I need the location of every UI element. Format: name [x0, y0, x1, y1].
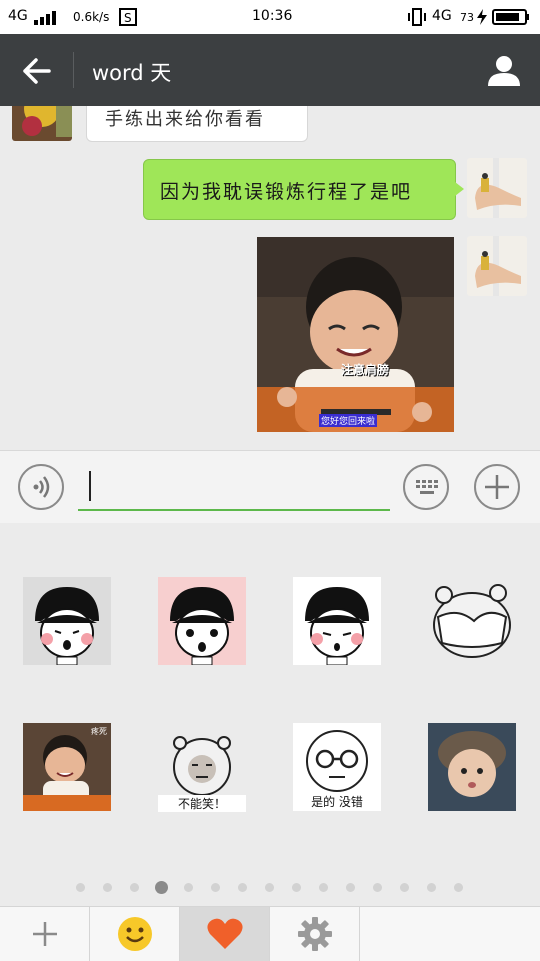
contact-info-button[interactable] — [486, 52, 522, 88]
sticker-item[interactable]: 疼死 — [23, 723, 111, 811]
network-type-left: 4G — [8, 8, 28, 24]
page-dot[interactable] — [373, 883, 382, 892]
page-dot[interactable] — [319, 883, 328, 892]
plus-icon — [32, 922, 57, 946]
header-divider — [73, 52, 74, 88]
battery-icon — [492, 9, 530, 29]
page-dot[interactable] — [103, 883, 112, 892]
plus-icon — [485, 475, 509, 499]
page-dot[interactable] — [211, 883, 220, 892]
composer-bar — [0, 450, 540, 524]
tab-add-stickers[interactable] — [0, 907, 90, 961]
sticker-item[interactable] — [158, 577, 246, 666]
sticker-panel: 疼死 不能笑！ 是的 没错 — [0, 523, 540, 906]
back-button[interactable] — [20, 54, 54, 88]
arrow-left-icon — [23, 58, 51, 84]
battery-percent: 73 — [460, 11, 474, 24]
tab-settings[interactable] — [270, 907, 360, 961]
page-dot[interactable] — [76, 883, 85, 892]
sticker-item[interactable] — [293, 577, 381, 666]
page-dot-active[interactable] — [155, 881, 168, 894]
text-caret — [89, 471, 91, 501]
person-icon — [488, 56, 520, 86]
my-avatar[interactable] — [467, 236, 527, 296]
sticker-page-indicator — [0, 879, 540, 895]
page-dot[interactable] — [292, 883, 301, 892]
sent-image[interactable]: 注意肩膀 您好您回来啦 — [257, 237, 454, 432]
status-bar: 4G 0.6k/s S 10:36 4G 73 — [0, 0, 540, 34]
page-dot[interactable] — [427, 883, 436, 892]
message-bubble-received[interactable]: 手练出来给你看看 — [86, 106, 308, 142]
signal-icon — [34, 9, 62, 29]
sticker-item[interactable]: 不能笑！ — [158, 723, 246, 812]
sticker-caption: 是的 没错 — [311, 795, 363, 809]
page-dot[interactable] — [346, 883, 355, 892]
screenshot-icon: S — [118, 7, 138, 31]
sticker-tab-bar — [0, 906, 540, 961]
message-list[interactable]: 手练出来给你看看 因为我耽误锻炼行程了是吧 注意肩膀 您好您回来啦 — [0, 106, 540, 450]
page-dot[interactable] — [400, 883, 409, 892]
heart-icon — [206, 918, 243, 949]
contact-avatar[interactable] — [12, 106, 72, 141]
page-dot[interactable] — [238, 883, 247, 892]
network-speed: 0.6k/s — [73, 10, 110, 24]
sticker-caption: 疼死 — [91, 727, 107, 736]
sticker-item[interactable] — [428, 577, 516, 665]
voice-toggle-button[interactable] — [18, 464, 64, 510]
keyboard-toggle-button[interactable] — [403, 464, 449, 510]
page-dot[interactable] — [454, 883, 463, 892]
message-text: 手练出来给你看看 — [105, 109, 265, 130]
more-actions-button[interactable] — [474, 464, 520, 510]
my-avatar[interactable] — [467, 158, 527, 218]
message-input[interactable] — [78, 465, 390, 511]
chat-title: word 天 — [92, 61, 172, 85]
sticker-item[interactable] — [428, 723, 516, 811]
message-bubble-sent[interactable]: 因为我耽误锻炼行程了是吧 — [143, 159, 464, 220]
sticker-item[interactable]: 是的 没错 — [293, 723, 381, 811]
sticker-caption: 不能笑！ — [158, 795, 246, 812]
vibrate-icon — [408, 8, 426, 30]
network-type-right: 4G — [432, 8, 452, 24]
gear-icon — [297, 917, 332, 951]
page-dot[interactable] — [184, 883, 193, 892]
clock: 10:36 — [252, 8, 293, 24]
page-dot[interactable] — [130, 883, 139, 892]
svg-text:S: S — [124, 11, 132, 25]
charging-icon — [476, 9, 488, 29]
keyboard-icon — [416, 480, 438, 494]
voice-icon — [33, 476, 50, 498]
sticker-item[interactable] — [23, 577, 111, 666]
image-subtitle: 您好您回来啦 — [319, 414, 378, 427]
tab-favorites[interactable] — [180, 907, 270, 961]
smiley-icon — [117, 917, 152, 951]
chat-header: word 天 — [0, 34, 540, 106]
message-text: 因为我耽误锻炼行程了是吧 — [160, 181, 413, 203]
page-dot[interactable] — [265, 883, 274, 892]
image-caption: 注意肩膀 — [341, 363, 390, 377]
tab-emoji[interactable] — [90, 907, 180, 961]
